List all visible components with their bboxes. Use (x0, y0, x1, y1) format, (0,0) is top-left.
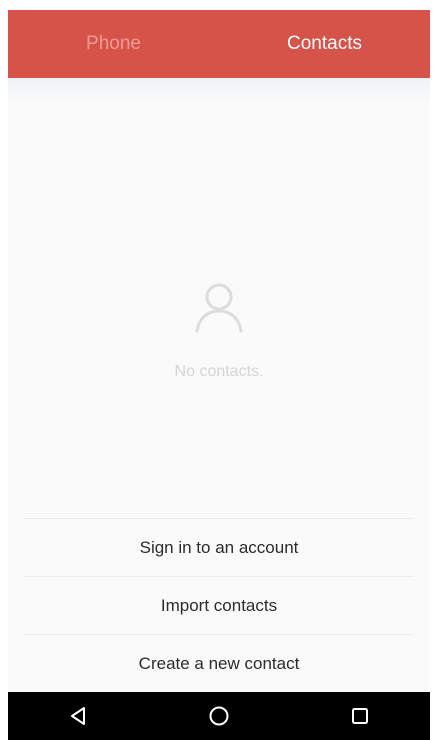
empty-state: No contacts. (8, 275, 430, 381)
home-button[interactable] (189, 692, 249, 740)
empty-state-message: No contacts. (174, 363, 264, 380)
back-button[interactable] (48, 692, 108, 740)
home-circle-icon (209, 706, 229, 726)
status-strip (0, 0, 438, 10)
navigation-bar (8, 692, 430, 740)
tab-bar: Phone Contacts (8, 10, 430, 78)
contacts-app: Phone Contacts No contacts. Sign in to a… (8, 10, 430, 740)
person-icon (195, 283, 243, 333)
tab-phone[interactable]: Phone (8, 10, 219, 78)
tab-bar-shadow (8, 78, 430, 102)
sign-in-button[interactable]: Sign in to an account (24, 518, 414, 576)
back-triangle-icon (71, 707, 86, 725)
recents-square-icon (351, 708, 368, 724)
app-screen: Phone Contacts No contacts. Sign in to a… (0, 0, 438, 740)
actions-list: Sign in to an account Import contacts Cr… (24, 518, 414, 692)
create-contact-button[interactable]: Create a new contact (24, 634, 414, 692)
import-contacts-button[interactable]: Import contacts (24, 576, 414, 634)
tab-contacts[interactable]: Contacts (219, 10, 430, 78)
recents-button[interactable] (330, 692, 390, 740)
